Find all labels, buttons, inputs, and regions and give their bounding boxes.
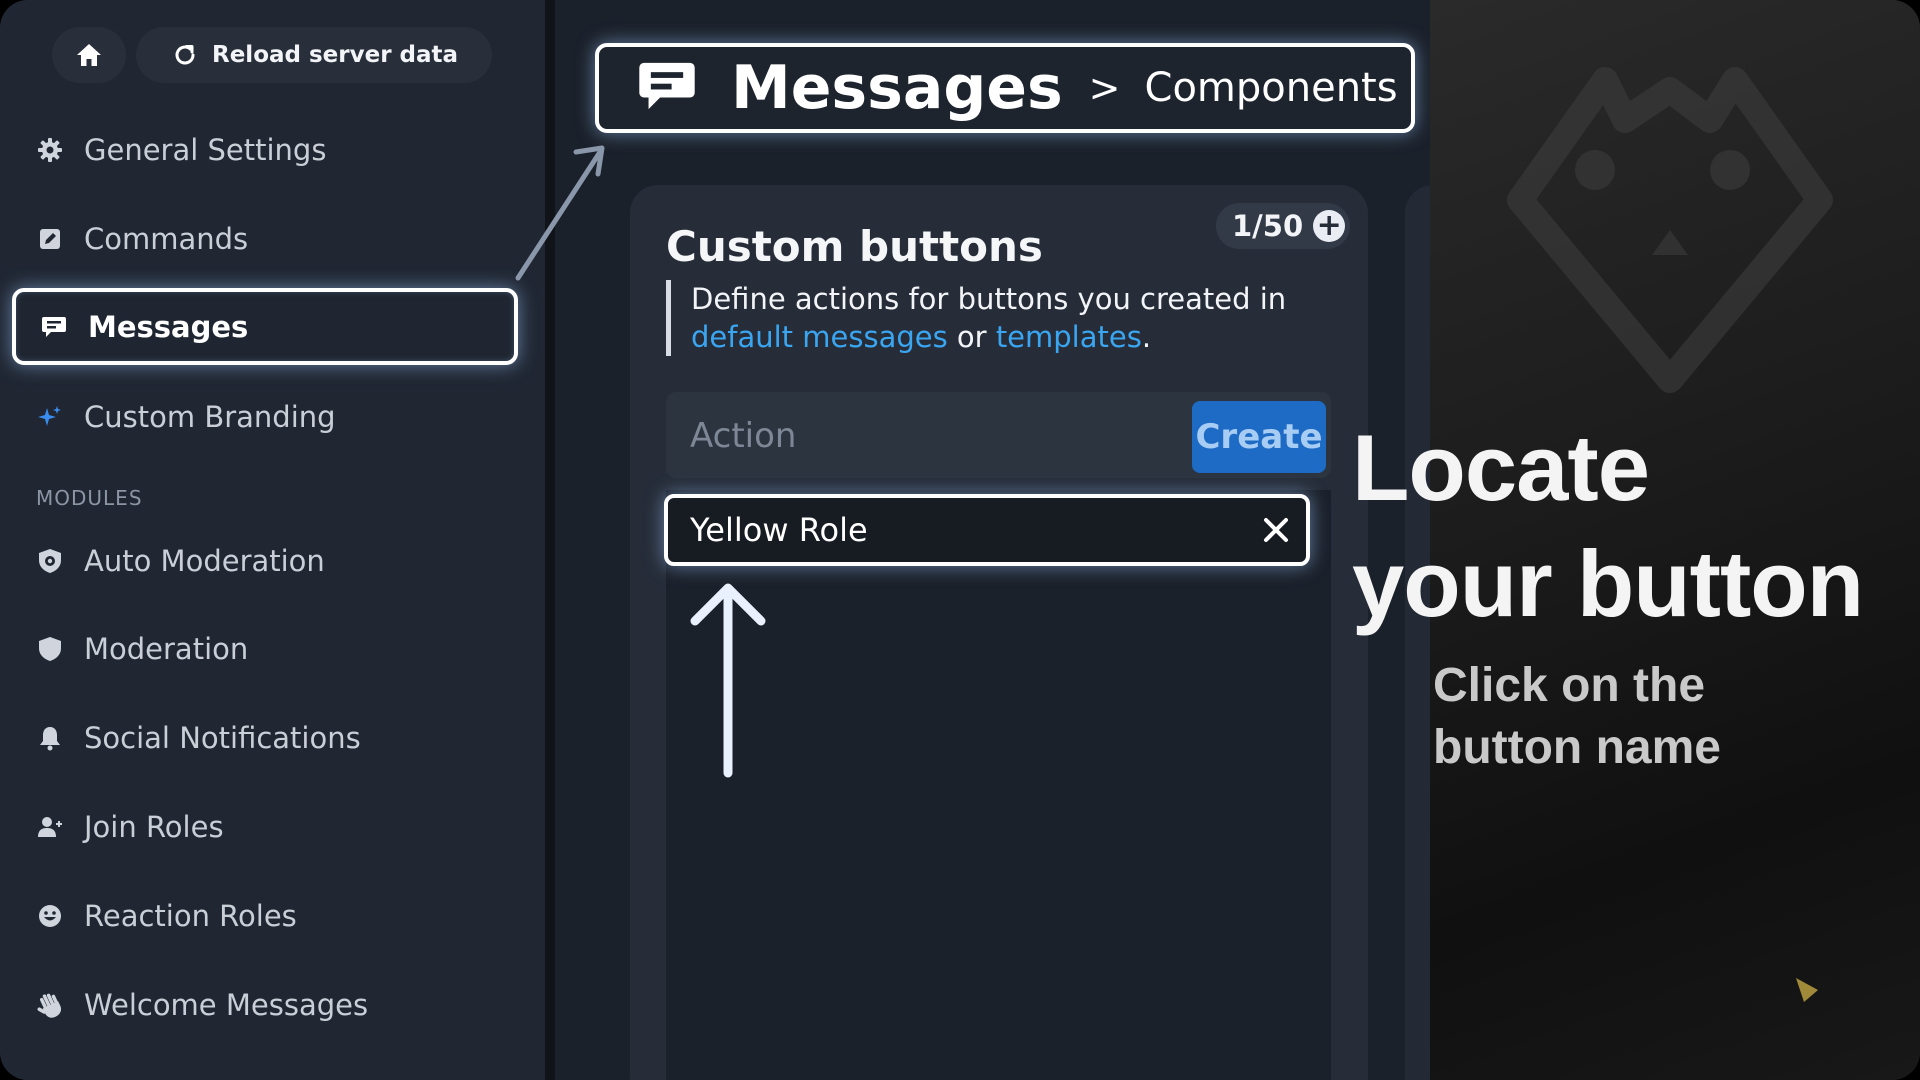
arrow-up-icon	[690, 583, 766, 778]
annotation-layer	[515, 145, 1818, 1002]
arrow-to-breadcrumb-icon	[515, 145, 605, 281]
cursor-icon	[1796, 978, 1818, 1002]
tutorial-screen: Reload server data General Settings Comm…	[0, 0, 1920, 1080]
